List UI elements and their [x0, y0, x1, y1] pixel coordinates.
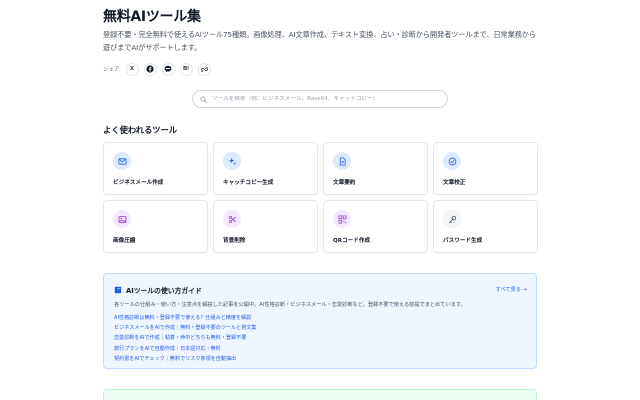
guide-link[interactable]: AI性格診断は無料・登録不要で使える？仕組みと精度を解説 — [114, 315, 251, 321]
search-icon — [200, 95, 207, 103]
share-facebook-button[interactable] — [143, 62, 157, 76]
guide-link[interactable]: 契約書をAIでチェック｜無料でリスク条項を自動抽出 — [114, 356, 236, 362]
guide-link[interactable]: ビジネスメールをAIで作成｜無料・登録不要のツールと例文集 — [114, 325, 257, 331]
page-title: 無料AIツール集 — [103, 9, 201, 25]
tool-card-label: キャッチコピー生成 — [223, 180, 274, 186]
x-icon: X — [130, 66, 134, 72]
image-icon — [113, 210, 131, 228]
guide-link[interactable]: 恋愛診断をAIで作成｜粘着・命中どちらも無料・登録不要 — [114, 335, 246, 341]
guide-link[interactable]: 旅行プランをAIで自動作成｜日本語対応・無料 — [114, 346, 221, 352]
tool-card-label: 文章要約 — [333, 180, 356, 186]
popular-tools-heading: よく使われるツール — [103, 125, 178, 135]
guide-title: AIツールの使い方ガイド — [126, 287, 202, 295]
list-item: 旅行プランをAIで自動作成｜日本語対応・無料 — [114, 344, 257, 354]
tool-card-bg-remove[interactable]: 背景削除 — [213, 200, 318, 253]
sparkle-icon — [223, 152, 241, 170]
share-line-button[interactable] — [161, 62, 175, 76]
tool-card-label: 文章校正 — [443, 180, 466, 186]
tool-card-label: 背景削除 — [223, 238, 246, 244]
link-icon — [200, 66, 208, 72]
hatena-icon: B! — [183, 66, 189, 72]
page-description: 登録不要・完全無料で使えるAIツール75種類。画像処理、AI文章作成、テキスト変… — [103, 30, 536, 52]
tool-card-business-mail[interactable]: ビジネスメール作成 — [103, 142, 208, 195]
guide-description: 各ツールの仕組み・使い方・注意点を解説した記事を公開中。AI性格診断・ビジネスメ… — [114, 302, 466, 308]
tool-card-proofread[interactable]: 文章校正 — [433, 142, 538, 195]
share-x-button[interactable]: X — [125, 62, 139, 76]
tool-card-summary[interactable]: 文章要約 — [323, 142, 428, 195]
book-icon — [114, 286, 122, 294]
line-icon — [164, 65, 172, 73]
next-section-panel — [103, 389, 537, 400]
facebook-icon — [146, 65, 154, 73]
tool-card-qr[interactable]: QRコード作成 — [323, 200, 428, 253]
usage-guide-panel: AIツールの使い方ガイド すべて見る → 各ツールの仕組み・使い方・注意点を解説… — [103, 273, 537, 369]
tool-card-image-compress[interactable]: 画像圧縮 — [103, 200, 208, 253]
mail-icon — [113, 152, 131, 170]
tool-card-label: QRコード作成 — [333, 238, 371, 244]
check-circle-icon — [443, 152, 461, 170]
guide-heading: AIツールの使い方ガイド — [114, 285, 202, 295]
guide-link-list: AI性格診断は無料・登録不要で使える？仕組みと精度を解説 ビジネスメールをAIで… — [114, 313, 257, 364]
share-bar: シェア X B! — [103, 61, 216, 77]
tool-card-catchcopy[interactable]: キャッチコピー生成 — [213, 142, 318, 195]
document-icon — [333, 152, 351, 170]
list-item: 恋愛診断をAIで作成｜粘着・命中どちらも無料・登録不要 — [114, 333, 257, 343]
tool-card-label: パスワード生成 — [443, 238, 483, 244]
key-icon — [443, 210, 461, 228]
list-item: 契約書をAIでチェック｜無料でリスク条項を自動抽出 — [114, 354, 257, 364]
share-hatena-button[interactable]: B! — [179, 62, 193, 76]
copy-link-button[interactable] — [197, 62, 211, 76]
tool-card-label: ビジネスメール作成 — [113, 180, 164, 186]
tool-card-label: 画像圧縮 — [113, 238, 136, 244]
popular-tools-grid: ビジネスメール作成 キャッチコピー生成 文章要約 文章校正 画像圧縮 背景削除 … — [103, 142, 538, 253]
tool-card-password[interactable]: パスワード生成 — [433, 200, 538, 253]
share-label: シェア — [103, 67, 120, 73]
guide-see-all-link[interactable]: すべて見る → — [496, 286, 527, 293]
list-item: ビジネスメールをAIで作成｜無料・登録不要のツールと例文集 — [114, 323, 257, 333]
search-input[interactable] — [212, 96, 432, 102]
scissors-icon — [223, 210, 241, 228]
qr-icon — [333, 210, 351, 228]
list-item: AI性格診断は無料・登録不要で使える？仕組みと精度を解説 — [114, 313, 257, 323]
search-box[interactable] — [192, 90, 448, 108]
